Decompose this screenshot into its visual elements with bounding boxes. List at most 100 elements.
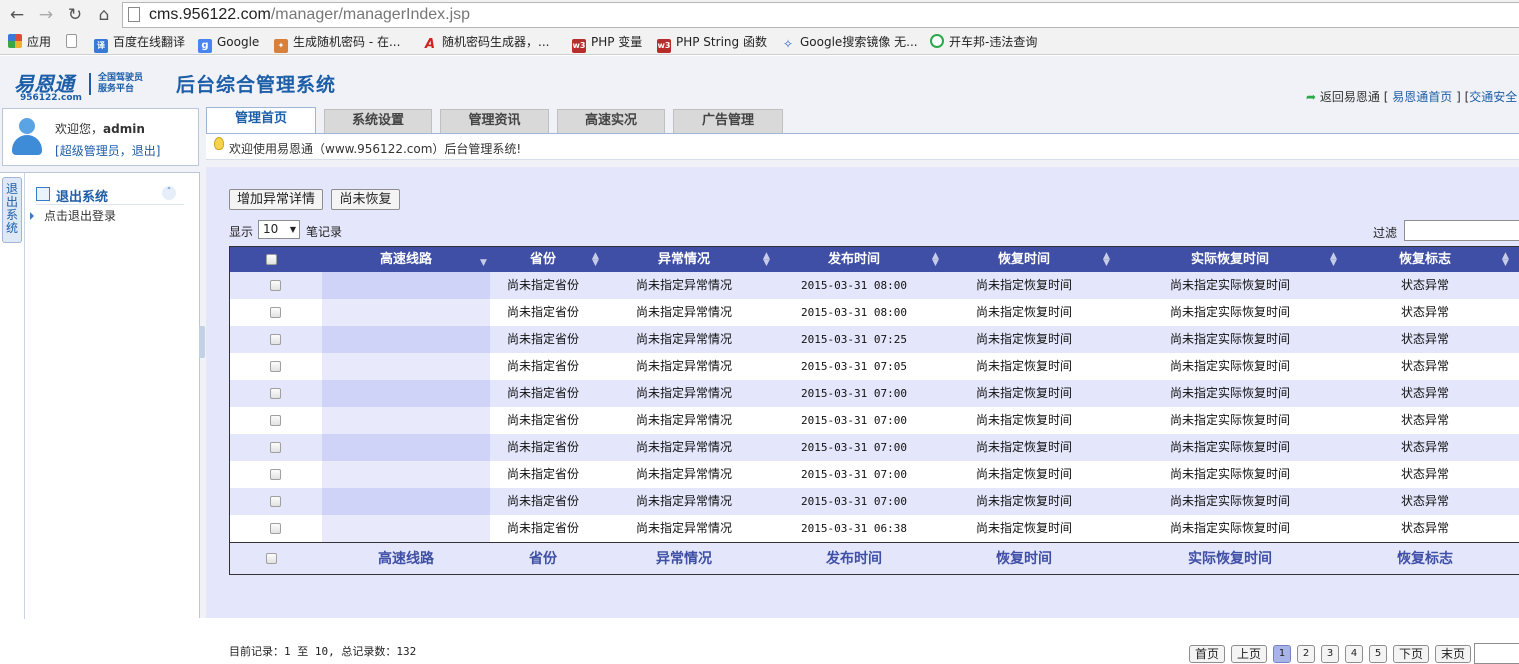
bookmark-php-string[interactable]: w3 PHP String 函数 [657,34,767,53]
row-checkbox[interactable] [270,307,281,318]
bookmark-php-variables[interactable]: w3 PHP 变量 [572,34,642,53]
sort-both-icon[interactable]: ▲ ▼ [1330,252,1337,268]
browser-toolbar: ← → ↻ ⌂ cms.956122.com/manager/managerIn… [0,0,1519,30]
col-issue-header[interactable]: 异常情况 [599,247,769,273]
row-checkbox[interactable] [270,361,281,372]
tab-highway-live[interactable]: 高速实况 [557,109,665,133]
page-jump-input[interactable] [1474,643,1519,664]
reload-icon[interactable]: ↻ [64,4,86,26]
table-row[interactable]: 尚未指定省份 尚未指定异常情况 2015-03-31 07:05 尚未指定恢复时间 尚未… [230,353,1519,380]
page-icon [128,7,140,22]
first-page-button[interactable]: 首页 [1189,645,1225,663]
col-flag-header[interactable]: 恢复标志 [1350,247,1500,273]
col-flag-cell: 状态异常 [1400,521,1449,535]
bookmark-password-generator[interactable]: A 随机密码生成器，... [423,34,549,52]
row-checkbox[interactable] [270,334,281,345]
col-published-cell: 2015-03-31 07:05 [801,360,907,373]
table-footer: 高速线路 省份 异常情况 发布时间 恢复时间 实际恢复时间 恢复标志 [230,542,1519,575]
prev-page-button[interactable]: 上页 [1231,645,1267,663]
table-row[interactable]: 尚未指定省份 尚未指定异常情况 2015-03-31 06:38 尚未指定恢复时间 尚未… [230,515,1519,542]
back-to-site-link[interactable]: 返回易恩通 [1320,90,1380,104]
bookmark-blank[interactable] [66,34,82,51]
page-length-select[interactable]: 10 ▼ [258,220,300,239]
sort-both-icon[interactable]: ▲ ▼ [932,252,939,268]
bookmark-google[interactable]: g Google [198,34,259,53]
col-issue-cell: 尚未指定异常情况 [635,332,732,346]
site-logo[interactable]: 易恩通 956122.com 全国驾驶员 服务平台 [14,68,154,104]
page-button[interactable]: 5 [1369,645,1387,663]
select-all-checkbox[interactable] [266,254,277,265]
col-published-cell: 2015-03-31 07:00 [801,387,907,400]
sort-both-icon[interactable]: ▲ ▼ [1502,252,1509,268]
table-row[interactable]: 尚未指定省份 尚未指定异常情况 2015-03-31 07:00 尚未指定恢复时间 尚未… [230,434,1519,461]
bookmark-label: PHP String 函数 [676,35,767,49]
col-flag-footer: 恢复标志 [1397,551,1453,567]
table-row[interactable]: 尚未指定省份 尚未指定异常情况 2015-03-31 07:25 尚未指定恢复时间 尚未… [230,326,1519,353]
sidebar-splitter-handle[interactable] [199,326,205,358]
sidebar-vertical-tab[interactable]: 退出系统 [2,177,22,243]
col-province-header[interactable]: 省份 [488,247,598,273]
bookmark-baidu-translate[interactable]: 译百度在线翻译 [94,34,186,53]
col-published-cell: 2015-03-31 07:00 [801,414,907,427]
tab-system-settings[interactable]: 系统设置 [324,109,432,133]
sort-both-icon[interactable]: ▲ ▼ [592,252,599,268]
logout-link[interactable]: 退出 [132,144,156,158]
page-button[interactable]: 3 [1321,645,1339,663]
forward-arrow-icon[interactable]: → [35,4,57,26]
col-recovery-cell: 尚未指定恢复时间 [975,386,1072,400]
lightbulb-icon [214,137,224,150]
bookmark-random-password[interactable]: ✦ 生成随机密码 - 在... [274,34,400,53]
bookmark-google-mirror[interactable]: ✧ Google搜索镜像 无... [781,34,918,51]
sidebar-item-logout[interactable]: 点击退出登录 [30,207,116,224]
bookmark-label: 百度在线翻译 [113,35,186,49]
letter-a-icon: A [424,37,436,52]
bookmark-kaichebang[interactable]: 开车邦-违法查询 [930,34,1037,51]
table-row[interactable]: 尚未指定省份 尚未指定异常情况 2015-03-31 08:00 尚未指定恢复时间 尚未… [230,272,1519,299]
menu-group-header[interactable]: 退出系统 ˆ [36,185,184,205]
page-button[interactable]: 1 [1273,645,1291,663]
col-published-header[interactable]: 发布时间 [769,247,939,273]
table-row[interactable]: 尚未指定省份 尚未指定异常情况 2015-03-31 07:00 尚未指定恢复时间 尚未… [230,407,1519,434]
apps-grid-icon [8,34,22,48]
footer-select-all-checkbox[interactable] [266,553,277,564]
add-issue-button[interactable]: 增加异常详情 [229,189,323,210]
row-checkbox[interactable] [270,469,281,480]
table-row[interactable]: 尚未指定省份 尚未指定异常情况 2015-03-31 07:00 尚未指定恢复时间 尚未… [230,488,1519,515]
sidebar-item-label: 点击退出登录 [44,209,117,223]
page-button[interactable]: 4 [1345,645,1363,663]
collapse-icon[interactable]: ˆ [162,186,176,200]
traffic-safety-link[interactable]: 交通安全 [1469,90,1517,104]
row-checkbox[interactable] [270,388,281,399]
sort-both-icon[interactable]: ▲ ▼ [1103,252,1110,268]
site-home-link[interactable]: 易恩通首页 [1392,90,1452,104]
bookmark-apps[interactable]: 应用 [8,34,51,51]
table-row[interactable]: 尚未指定省份 尚未指定异常情况 2015-03-31 07:00 尚未指定恢复时间 尚未… [230,380,1519,407]
role-link[interactable]: 超级管理员 [60,144,120,158]
sort-desc-icon[interactable]: ▼ [480,253,487,268]
row-checkbox[interactable] [270,442,281,453]
col-issue-cell: 尚未指定异常情况 [635,413,732,427]
col-actual-recovery-header[interactable]: 实际恢复时间 [1110,247,1350,273]
col-route-header[interactable]: 高速线路 [322,247,490,273]
row-checkbox[interactable] [270,415,281,426]
col-province-cell: 尚未指定省份 [506,305,579,319]
row-checkbox[interactable] [270,496,281,507]
next-page-button[interactable]: 下页 [1393,645,1429,663]
tab-news[interactable]: 管理资讯 [440,109,549,133]
address-bar[interactable]: cms.956122.com/manager/managerIndex.jsp [122,2,1519,28]
table-row[interactable]: 尚未指定省份 尚未指定异常情况 2015-03-31 08:00 尚未指定恢复时间 尚未… [230,299,1519,326]
back-arrow-icon[interactable]: ← [6,4,28,26]
home-icon[interactable]: ⌂ [93,4,115,26]
table-row[interactable]: 尚未指定省份 尚未指定异常情况 2015-03-31 07:00 尚未指定恢复时间 尚未… [230,461,1519,488]
col-recovery-header[interactable]: 恢复时间 [939,247,1109,273]
row-checkbox[interactable] [270,523,281,534]
unrecovered-button[interactable]: 尚未恢复 [331,189,400,210]
tab-admin-home[interactable]: 管理首页 [206,107,316,134]
row-checkbox[interactable] [270,280,281,291]
col-flag-cell: 状态异常 [1400,467,1449,481]
page-button[interactable]: 2 [1297,645,1315,663]
filter-input[interactable] [1404,220,1519,241]
col-province-cell: 尚未指定省份 [506,494,579,508]
tab-ads[interactable]: 广告管理 [673,109,783,133]
last-page-button[interactable]: 末页 [1435,645,1471,663]
